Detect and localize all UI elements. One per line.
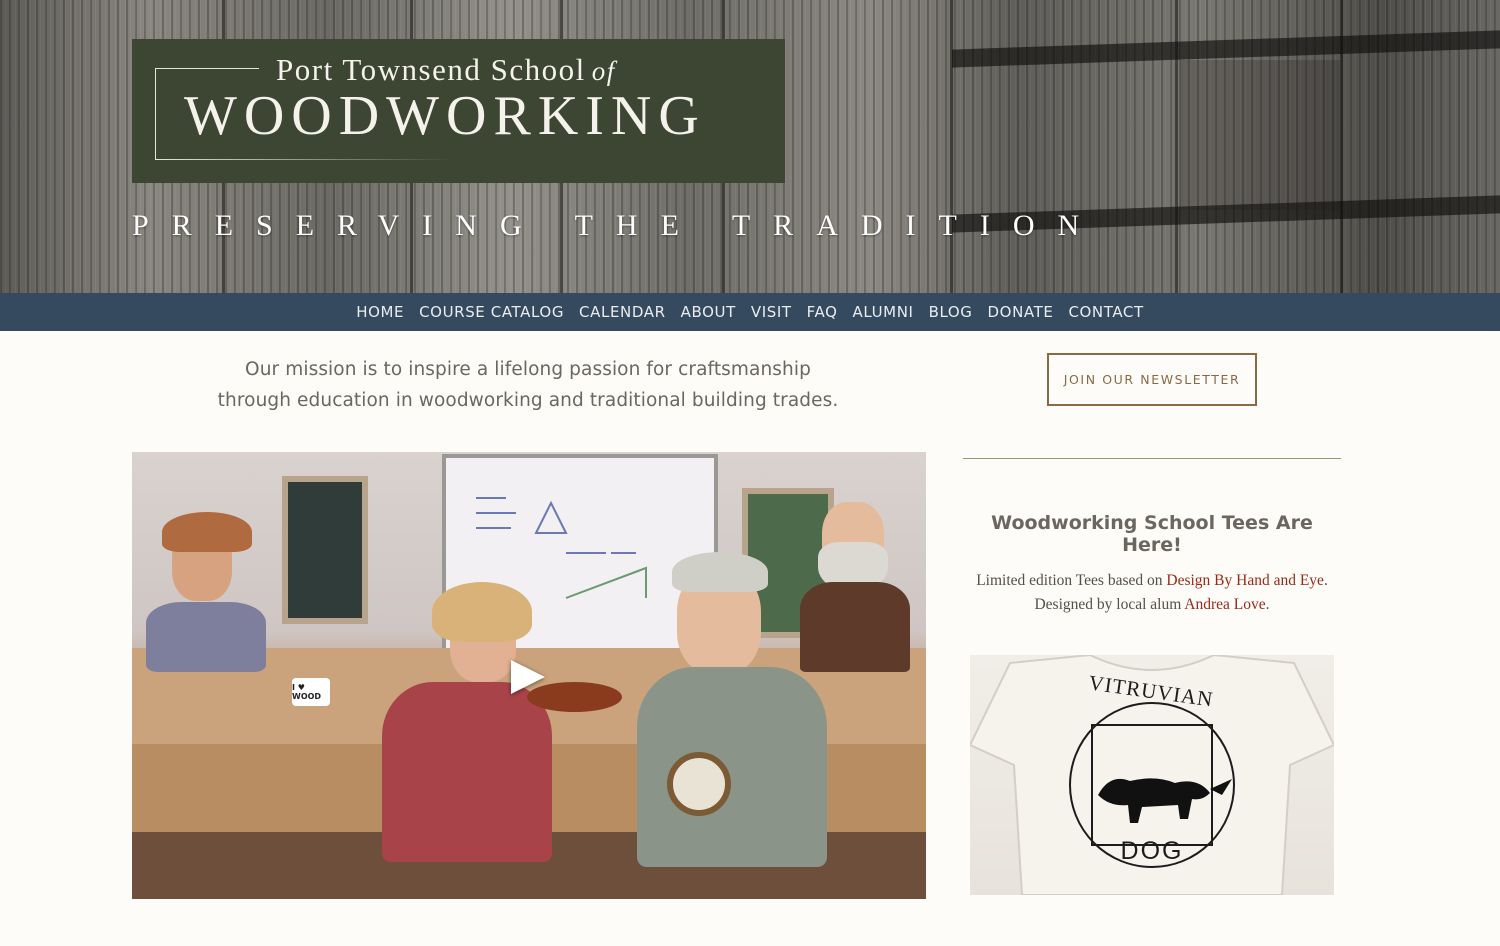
nav-item-about[interactable]: ABOUT [681,303,736,321]
join-newsletter-button[interactable]: JOIN OUR NEWSLETTER [1047,353,1257,406]
puppet-body-left [146,602,266,672]
design-by-hand-and-eye-link[interactable]: Design By Hand and Eye [1166,572,1324,589]
logo-school-name: Port Townsend School of [276,52,736,88]
shingle-seam [950,0,953,293]
video-scene-window [282,476,368,624]
puppet-hair-violinist [432,582,532,642]
mug-icon: I ♥ WOOD [292,678,330,706]
banjo-icon [667,752,731,816]
shingle-panel [1180,60,1340,210]
tees-desc-post: . [1265,596,1270,613]
nav-item-course-catalog[interactable]: COURSE CATALOG [419,303,564,321]
logo-of-text: of [591,56,616,86]
mission-statement: Our mission is to inspire a lifelong pas… [217,359,839,411]
nav-item-home[interactable]: HOME [356,303,404,321]
nav-item-calendar[interactable]: CALENDAR [579,303,666,321]
logo-woodworking: WOODWORKING [184,85,706,147]
nav-item-contact[interactable]: CONTACT [1068,303,1143,321]
tees-desc-pre: Limited edition Tees based on [976,572,1167,589]
puppet-hair-left [162,512,252,552]
tee-shirt-image[interactable]: VITRUVIAN DOG [970,655,1334,895]
puppet-body-right [800,582,910,672]
puppet-hair-banjo [672,552,768,592]
logo-line1-text: Port Townsend School [276,52,586,87]
puppet-body-violinist [382,682,552,862]
nav-item-donate[interactable]: DONATE [988,303,1054,321]
tee-text-bottom: DOG [1120,837,1184,865]
mug-text: I ♥ WOOD [292,683,322,701]
logo-frame [155,68,156,160]
tees-description: Limited edition Tees based on Design By … [968,569,1336,617]
site-tagline: PRESERVING THE TRADITION [132,209,1103,242]
andrea-love-link[interactable]: Andrea Love [1184,596,1265,613]
video-player[interactable]: I ♥ WOOD [132,452,926,899]
nav-item-faq[interactable]: FAQ [807,303,838,321]
logo-frame [155,68,259,69]
play-icon[interactable] [511,660,545,694]
nav-item-blog[interactable]: BLOG [929,303,973,321]
nav-item-visit[interactable]: VISIT [751,303,792,321]
sidebar-divider [963,458,1341,459]
nav-item-alumni[interactable]: ALUMNI [853,303,914,321]
puppet-body-banjo [637,667,827,867]
tees-heading: Woodworking School Tees Are Here! [991,512,1313,556]
main-nav: HOME COURSE CATALOG CALENDAR ABOUT VISIT… [0,293,1500,331]
logo-frame [155,159,455,160]
